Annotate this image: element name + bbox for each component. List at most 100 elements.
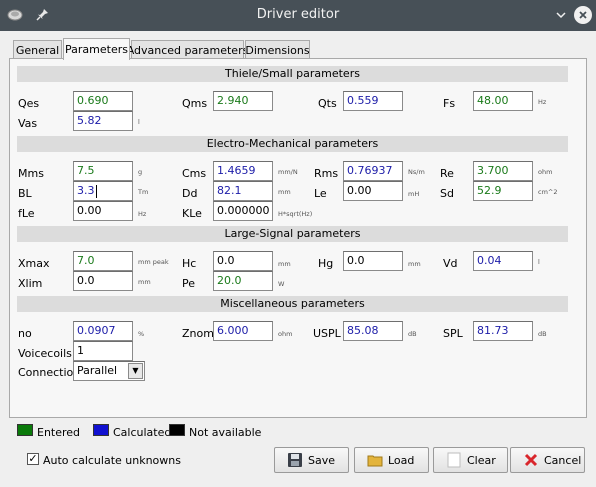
- cms-unit: mm/N: [278, 168, 298, 176]
- mms-label: Mms: [18, 167, 44, 180]
- fs-label: Fs: [443, 97, 456, 110]
- qms-label: Qms: [182, 97, 208, 110]
- mms-unit: g: [138, 168, 143, 176]
- connection-value: Parallel: [77, 364, 118, 377]
- minimize-icon[interactable]: [552, 6, 570, 24]
- title-bar: Driver editor: [0, 0, 596, 31]
- tab-advanced-parameters[interactable]: Advanced parameters: [127, 40, 248, 59]
- cms-field[interactable]: 1.4659: [213, 161, 273, 181]
- dropdown-arrow-icon[interactable]: ▼: [128, 363, 143, 379]
- voicecoils-label: Voicecoils: [18, 347, 72, 360]
- cancel-button[interactable]: Cancel: [510, 447, 585, 473]
- voicecoils-field[interactable]: 1: [73, 341, 133, 361]
- spl-unit: dB: [538, 330, 547, 338]
- entered-legend-label: Entered: [37, 426, 81, 439]
- no-label: no: [18, 327, 32, 340]
- rms-label: Rms: [314, 167, 339, 180]
- section-large-signal: Large-Signal parameters: [17, 226, 568, 242]
- hg-label: Hg: [318, 257, 334, 270]
- cms-label: Cms: [182, 167, 207, 180]
- kle-label: KLe: [182, 207, 202, 220]
- save-button[interactable]: Save: [274, 447, 349, 473]
- bl-unit: Tm: [138, 188, 149, 196]
- vas-unit: l: [138, 118, 140, 126]
- le-field[interactable]: 0.00: [343, 181, 403, 201]
- xmax-field[interactable]: 7.0: [73, 251, 133, 271]
- vd-unit: l: [538, 258, 540, 266]
- hg-field[interactable]: 0.0: [343, 251, 403, 271]
- vd-field[interactable]: 0.04: [473, 251, 533, 271]
- clear-button[interactable]: Clear: [433, 447, 508, 473]
- xlim-field[interactable]: 0.0: [73, 271, 133, 291]
- hc-unit: mm: [278, 260, 291, 268]
- le-label: Le: [314, 187, 327, 200]
- no-field[interactable]: 0.0907: [73, 321, 133, 341]
- fle-unit: Hz: [138, 210, 147, 218]
- not-available-legend-label: Not available: [189, 426, 262, 439]
- qts-label: Qts: [318, 97, 337, 110]
- mms-field[interactable]: 7.5: [73, 161, 133, 181]
- hc-field[interactable]: 0.0: [213, 251, 273, 271]
- spl-field[interactable]: 81.73: [473, 321, 533, 341]
- fs-unit: Hz: [538, 98, 547, 106]
- fle-label: fLe: [18, 207, 35, 220]
- bl-label: BL: [18, 187, 32, 200]
- calculated-swatch: [93, 424, 109, 436]
- clear-label: Clear: [467, 453, 496, 467]
- connection-select[interactable]: Parallel ▼: [73, 361, 145, 381]
- qms-field[interactable]: 2.940: [213, 91, 273, 111]
- uspl-label: USPL: [313, 327, 341, 340]
- red-x-icon: [523, 452, 539, 468]
- auto-calculate-checkbox[interactable]: ✓: [27, 453, 39, 465]
- tab-general[interactable]: General: [13, 40, 62, 59]
- fs-field[interactable]: 48.00: [473, 91, 533, 111]
- re-label: Re: [440, 167, 454, 180]
- floppy-disk-icon: [287, 452, 303, 468]
- load-button[interactable]: Load: [354, 447, 429, 473]
- save-label: Save: [308, 453, 336, 467]
- blank-page-icon: [446, 452, 462, 468]
- section-thiele-small: Thiele/Small parameters: [17, 66, 568, 82]
- qes-label: Qes: [18, 97, 40, 110]
- le-unit: mH: [408, 190, 420, 198]
- entered-swatch: [17, 424, 33, 436]
- dd-field[interactable]: 82.1: [213, 181, 273, 201]
- znom-unit: ohm: [278, 330, 293, 338]
- xlim-unit: mm: [138, 278, 151, 286]
- close-icon[interactable]: [574, 6, 592, 24]
- sd-label: Sd: [440, 187, 454, 200]
- no-unit: %: [138, 330, 145, 338]
- not-available-swatch: [169, 424, 185, 436]
- qes-field[interactable]: 0.690: [73, 91, 133, 111]
- re-unit: ohm: [538, 168, 553, 176]
- spl-label: SPL: [443, 327, 463, 340]
- folder-icon: [367, 452, 383, 468]
- window-title: Driver editor: [256, 7, 340, 22]
- qts-field[interactable]: 0.559: [343, 91, 403, 111]
- hg-unit: mm: [408, 260, 421, 268]
- uspl-field[interactable]: 85.08: [343, 321, 403, 341]
- vd-label: Vd: [443, 257, 458, 270]
- sd-field[interactable]: 52.9: [473, 181, 533, 201]
- vas-field[interactable]: 5.82: [73, 111, 133, 131]
- fle-field[interactable]: 0.00: [73, 201, 133, 221]
- rms-field[interactable]: 0.76937: [343, 161, 403, 181]
- re-field[interactable]: 3.700: [473, 161, 533, 181]
- pe-unit: W: [278, 280, 285, 288]
- uspl-unit: dB: [408, 330, 417, 338]
- bl-field[interactable]: 3.3: [73, 181, 133, 201]
- xlim-label: Xlim: [18, 277, 43, 290]
- tab-dimensions[interactable]: Dimensions: [245, 40, 310, 59]
- tab-parameters[interactable]: Parameters: [63, 38, 130, 60]
- rms-unit: Ns/m: [408, 168, 425, 176]
- vas-label: Vas: [18, 117, 38, 130]
- calculated-legend-label: Calculated: [113, 426, 172, 439]
- xmax-unit: mm peak: [138, 258, 169, 266]
- znom-field[interactable]: 6.000: [213, 321, 273, 341]
- dd-label: Dd: [182, 187, 198, 200]
- auto-calculate-label: Auto calculate unknowns: [43, 454, 181, 467]
- znom-label: Znom: [182, 327, 214, 340]
- kle-field[interactable]: 0.000000: [213, 201, 273, 221]
- pe-field[interactable]: 20.0: [213, 271, 273, 291]
- bl-value: 3.3: [77, 184, 95, 197]
